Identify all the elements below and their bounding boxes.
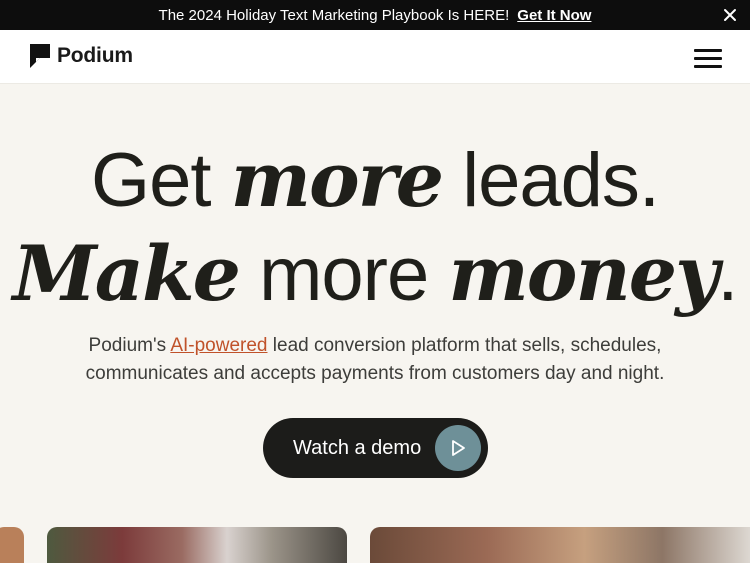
close-icon[interactable] bbox=[722, 7, 738, 23]
podium-logo-icon bbox=[30, 44, 50, 68]
headline-period: . bbox=[717, 232, 738, 317]
ai-powered-link[interactable]: AI-powered bbox=[170, 335, 267, 356]
image-card-left bbox=[0, 527, 24, 563]
announcement-link[interactable]: Get It Now bbox=[517, 7, 591, 24]
announcement-bar: The 2024 Holiday Text Marketing Playbook… bbox=[0, 0, 750, 30]
top-nav: Podium bbox=[0, 30, 750, 84]
headline-line-1: Get more leads. bbox=[0, 133, 750, 228]
headline-money: money bbox=[448, 229, 719, 318]
image-card-building bbox=[370, 527, 750, 563]
play-icon bbox=[435, 425, 481, 471]
headline-leads: leads. bbox=[442, 138, 660, 223]
hamburger-menu-icon[interactable] bbox=[694, 49, 722, 69]
headline-line-2: Make more money. bbox=[0, 227, 750, 322]
image-card-flowers bbox=[47, 527, 347, 563]
subtitle-prefix: Podium's bbox=[88, 335, 171, 356]
headline-more-2: more bbox=[238, 232, 449, 317]
headline-more: more bbox=[230, 135, 445, 224]
hero-subtitle: Podium's AI-powered lead conversion plat… bbox=[40, 332, 710, 388]
headline-make: Make bbox=[12, 229, 241, 318]
announcement-message: The 2024 Holiday Text Marketing Playbook… bbox=[158, 6, 510, 24]
watch-demo-label: Watch a demo bbox=[293, 436, 422, 459]
podium-logo[interactable]: Podium bbox=[30, 44, 133, 68]
brand-name: Podium bbox=[57, 44, 133, 67]
watch-demo-button[interactable]: Watch a demo bbox=[263, 418, 488, 478]
headline-get: Get bbox=[90, 138, 231, 223]
